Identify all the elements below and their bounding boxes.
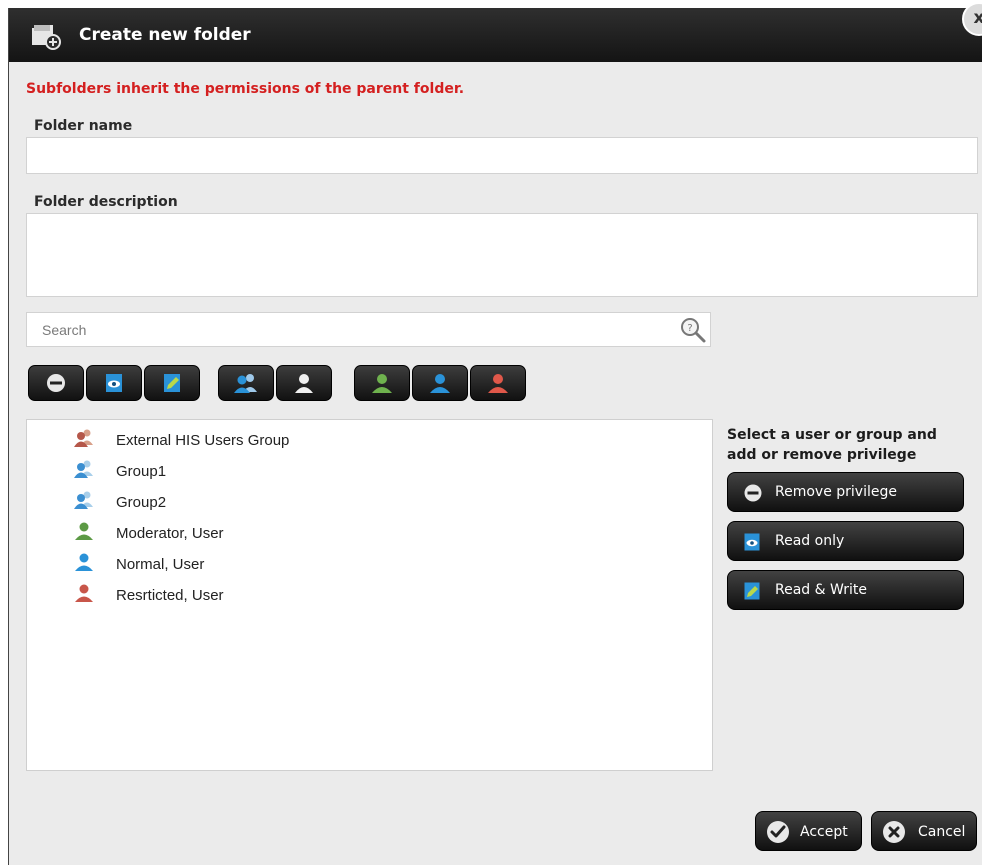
read-write-button[interactable]: Read & Write <box>727 570 964 610</box>
folder-description-label: Folder description <box>34 194 178 210</box>
moderator-user-icon <box>75 522 93 540</box>
inherit-permissions-warning: Subfolders inherit the permissions of th… <box>26 81 465 97</box>
new-folder-icon <box>32 25 61 50</box>
groups-filter-button[interactable] <box>218 365 274 401</box>
checkmark-icon <box>767 821 789 843</box>
list-item[interactable]: Resrticted, User <box>72 583 472 609</box>
search-icon[interactable]: ? <box>678 315 708 345</box>
pencil-document-icon <box>744 582 760 600</box>
read-write-label: Read & Write <box>775 582 867 598</box>
cancel-button[interactable]: Cancel <box>871 811 977 851</box>
privilege-hint: Select a user or group and add or remove… <box>727 427 937 463</box>
read-only-button[interactable]: Read only <box>727 521 964 561</box>
restricted-user-icon <box>75 584 93 602</box>
list-item-label: Group1 <box>116 463 167 480</box>
group-icon <box>74 460 93 478</box>
list-item[interactable]: Normal, User <box>72 552 472 578</box>
read-only-filter-button[interactable] <box>86 365 142 401</box>
list-item-label: External HIS Users Group <box>116 432 290 449</box>
restricted-filter-button[interactable] <box>470 365 526 401</box>
dialog-title-bar: Create new folder x <box>9 2 982 62</box>
search-input[interactable]: Search ? <box>26 312 711 347</box>
minus-circle-icon <box>744 484 762 502</box>
normal-user-icon <box>75 553 93 571</box>
list-item-label: Resrticted, User <box>116 587 224 604</box>
restricted-user-icon <box>488 374 508 393</box>
accept-label: Accept <box>800 824 848 840</box>
remove-privilege-button[interactable]: Remove privilege <box>727 472 964 512</box>
list-item-label: Group2 <box>116 494 167 511</box>
dialog-title: Create new folder <box>79 25 251 45</box>
svg-text:?: ? <box>687 323 692 334</box>
list-item-label: Moderator, User <box>116 525 224 542</box>
normal-user-icon <box>430 374 450 393</box>
principals-list[interactable]: External HIS Users Group Group1 Group2 M… <box>26 419 713 771</box>
read-write-filter-button[interactable] <box>144 365 200 401</box>
group-icon <box>74 491 93 509</box>
list-item[interactable]: Group1 <box>72 459 472 485</box>
list-item[interactable]: External HIS Users Group <box>72 428 472 454</box>
accept-button[interactable]: Accept <box>755 811 862 851</box>
folder-description-textarea[interactable] <box>26 213 978 297</box>
folder-name-label: Folder name <box>34 118 133 134</box>
remove-privilege-filter-button[interactable] <box>28 365 84 401</box>
read-only-label: Read only <box>775 533 845 549</box>
create-folder-dialog: Create new folder x Subfolders inherit t… <box>8 2 982 865</box>
pencil-document-icon <box>164 374 180 392</box>
remove-privilege-label: Remove privilege <box>775 484 897 500</box>
close-button[interactable]: x <box>962 2 982 36</box>
list-item[interactable]: Moderator, User <box>72 521 472 547</box>
moderator-filter-button[interactable] <box>354 365 410 401</box>
list-item-label: Normal, User <box>116 556 205 573</box>
moderator-user-icon <box>372 374 392 393</box>
close-circle-icon <box>883 821 905 843</box>
minus-circle-icon <box>47 374 65 392</box>
external-group-icon <box>74 429 93 447</box>
folder-name-input[interactable] <box>26 137 978 174</box>
search-placeholder: Search <box>42 322 87 338</box>
eye-document-icon <box>744 533 760 551</box>
list-item[interactable]: Group2 <box>72 490 472 516</box>
users-filter-button[interactable] <box>276 365 332 401</box>
normal-filter-button[interactable] <box>412 365 468 401</box>
cancel-label: Cancel <box>918 824 966 840</box>
group-icon <box>234 374 257 393</box>
eye-document-icon <box>106 374 122 392</box>
user-icon <box>295 374 313 393</box>
